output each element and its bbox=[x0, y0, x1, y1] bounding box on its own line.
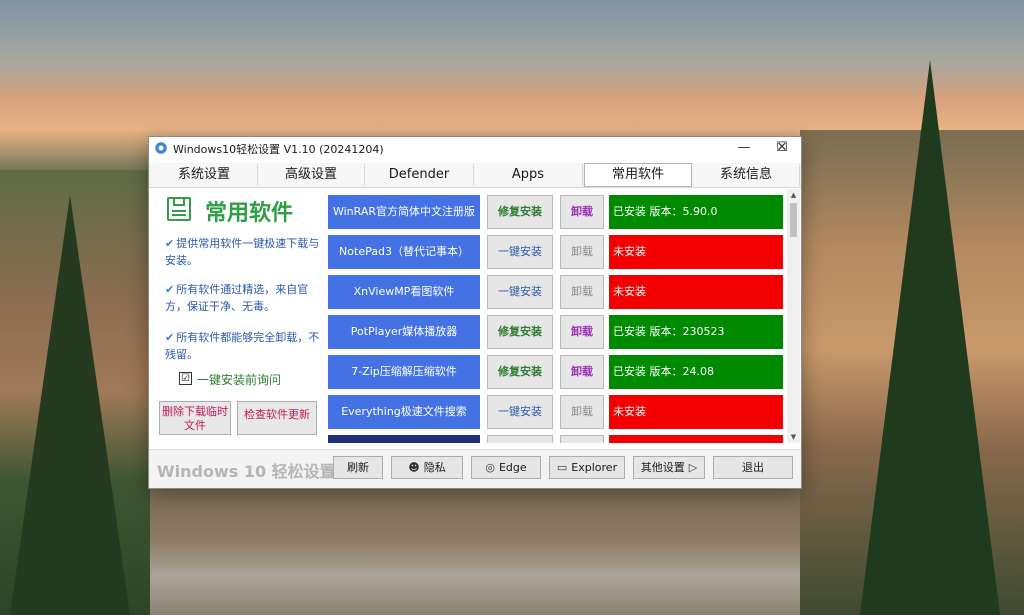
other-settings-button[interactable]: 其他设置 ▷ bbox=[633, 456, 705, 479]
checkmark-icon: ✔ bbox=[165, 331, 175, 344]
button-label: 退出 bbox=[742, 461, 764, 474]
uninstall-button[interactable] bbox=[560, 435, 604, 443]
list-item: PotPlayer媒体播放器 修复安装 卸载 已安装 版本：230523 bbox=[325, 313, 787, 349]
sidebar-title: 常用软件 bbox=[205, 201, 294, 226]
list-item: Everything极速文件搜索 一键安装 卸载 未安装 bbox=[325, 393, 787, 429]
privacy-button[interactable]: ☻ 隐私 bbox=[391, 456, 463, 479]
uninstall-button[interactable]: 卸载 bbox=[560, 315, 604, 349]
button-label: 隐私 bbox=[423, 461, 446, 474]
minimize-button[interactable]: — bbox=[725, 137, 763, 161]
sidebar-note-1: ✔ 提供常用软件一键极速下载与安装。 bbox=[165, 235, 323, 269]
sidebar-note-text: 所有软件都能够完全卸载，不残留。 bbox=[165, 331, 320, 361]
list-scrollbar[interactable]: ▲ ▼ bbox=[787, 189, 800, 443]
list-item: NotePad3（替代记事本） 一键安装 卸载 未安装 bbox=[325, 233, 787, 269]
sidebar: 常用软件 ✔ 提供常用软件一键极速下载与安装。 ✔ 所有软件通过精选，来自官方，保证… bbox=[149, 189, 325, 455]
tab-bar: 系统设置 高级设置 Defender Apps 常用软件 系统信息 bbox=[149, 163, 801, 188]
software-name-button[interactable]: PotPlayer媒体播放器 bbox=[328, 315, 480, 349]
sidebar-note-text: 提供常用软件一键极速下载与安装。 bbox=[165, 237, 320, 267]
list-item-partial bbox=[325, 433, 787, 443]
button-label: Edge bbox=[498, 461, 527, 474]
footer-bar: Windows 10 轻松设置 刷新 ☻ 隐私 ◎ Edge ▭ Explorer 其… bbox=[149, 449, 801, 488]
play-arrow-icon: ▷ bbox=[688, 461, 698, 474]
button-label: Explorer bbox=[571, 461, 618, 474]
install-button[interactable] bbox=[487, 435, 553, 443]
tab-apps[interactable]: Apps bbox=[474, 164, 583, 186]
scroll-down-icon[interactable]: ▼ bbox=[787, 431, 800, 443]
tab-defender[interactable]: Defender bbox=[365, 164, 474, 186]
status-badge bbox=[609, 435, 783, 443]
checkbox-box[interactable]: ☑ bbox=[179, 372, 192, 385]
window-title: Windows10轻松设置 V1.10 (20241204) bbox=[173, 143, 384, 156]
tab-system-info[interactable]: 系统信息 bbox=[693, 164, 800, 186]
checkmark-icon: ✔ bbox=[165, 237, 175, 250]
sidebar-note-2: ✔ 所有软件通过精选，来自官方，保证干净、无毒。 bbox=[165, 281, 323, 315]
status-badge: 未安装 bbox=[609, 395, 783, 429]
software-list: WinRAR官方简体中文注册版 修复安装 卸载 已安装 版本：5.90.0 No… bbox=[325, 189, 787, 443]
sidebar-note-text: 所有软件通过精选，来自官方，保证干净、无毒。 bbox=[165, 283, 309, 313]
scroll-up-icon[interactable]: ▲ bbox=[787, 189, 800, 201]
alien-mask-icon: ☻ bbox=[408, 461, 420, 474]
uninstall-button[interactable]: 卸载 bbox=[560, 195, 604, 229]
button-label: 检查软件更新 bbox=[244, 408, 310, 421]
repair-install-button[interactable]: 修复安装 bbox=[487, 195, 553, 229]
button-label: 其他设置 bbox=[640, 461, 685, 474]
edge-button[interactable]: ◎ Edge bbox=[471, 456, 541, 479]
wallpaper-tree-right bbox=[860, 60, 1000, 615]
edge-browser-icon: ◎ bbox=[485, 461, 495, 474]
wallpaper-canyon bbox=[150, 487, 800, 615]
checkbox-label: 一键安装前询问 bbox=[197, 373, 282, 387]
list-item: XnViewMP看图软件 一键安装 卸载 未安装 bbox=[325, 273, 787, 309]
save-icon bbox=[167, 197, 191, 221]
status-badge: 已安装 版本：230523 bbox=[609, 315, 783, 349]
uninstall-button[interactable]: 卸载 bbox=[560, 275, 604, 309]
checkmark-icon: ✔ bbox=[165, 283, 175, 296]
status-badge: 未安装 bbox=[609, 235, 783, 269]
brand-logo-text: Windows 10 轻松设置 bbox=[157, 462, 336, 481]
uninstall-button[interactable]: 卸载 bbox=[560, 235, 604, 269]
software-name-button[interactable] bbox=[328, 435, 480, 443]
title-bar[interactable]: Windows10轻松设置 V1.10 (20241204) — ☐ ✕ bbox=[149, 137, 801, 161]
sidebar-note-3: ✔ 所有软件都能够完全卸载，不残留。 bbox=[165, 329, 323, 363]
folder-icon: ▭ bbox=[556, 461, 568, 474]
exit-button[interactable]: 退出 bbox=[713, 456, 793, 479]
software-name-button[interactable]: NotePad3（替代记事本） bbox=[328, 235, 480, 269]
wallpaper-tree-left bbox=[10, 195, 130, 615]
delete-temp-files-button[interactable]: 删除下载临时文件 bbox=[159, 401, 231, 435]
explorer-button[interactable]: ▭ Explorer bbox=[549, 456, 625, 479]
software-name-button[interactable]: XnViewMP看图软件 bbox=[328, 275, 480, 309]
repair-install-button[interactable]: 修复安装 bbox=[487, 355, 553, 389]
software-name-button[interactable]: Everything极速文件搜索 bbox=[328, 395, 480, 429]
list-item: 7-Zip压缩解压缩软件 修复安装 卸载 已安装 版本：24.08 bbox=[325, 353, 787, 389]
tab-system-settings[interactable]: 系统设置 bbox=[151, 164, 258, 186]
app-window: Windows10轻松设置 V1.10 (20241204) — ☐ ✕ 系统设… bbox=[148, 136, 802, 489]
check-updates-button[interactable]: 检查软件更新 bbox=[237, 401, 317, 435]
install-button[interactable]: 一键安装 bbox=[487, 275, 553, 309]
status-badge: 已安装 版本：5.90.0 bbox=[609, 195, 783, 229]
software-name-button[interactable]: 7-Zip压缩解压缩软件 bbox=[328, 355, 480, 389]
tab-advanced-settings[interactable]: 高级设置 bbox=[258, 164, 365, 186]
status-badge: 未安装 bbox=[609, 275, 783, 309]
app-gear-icon bbox=[155, 142, 167, 154]
uninstall-button[interactable]: 卸载 bbox=[560, 395, 604, 429]
refresh-button[interactable]: 刷新 bbox=[333, 456, 383, 479]
repair-install-button[interactable]: 修复安装 bbox=[487, 315, 553, 349]
install-button[interactable]: 一键安装 bbox=[487, 395, 553, 429]
close-button[interactable]: ✕ bbox=[763, 137, 801, 161]
software-name-button[interactable]: WinRAR官方简体中文注册版 bbox=[328, 195, 480, 229]
status-badge: 已安装 版本：24.08 bbox=[609, 355, 783, 389]
uninstall-button[interactable]: 卸载 bbox=[560, 355, 604, 389]
list-item: WinRAR官方简体中文注册版 修复安装 卸载 已安装 版本：5.90.0 bbox=[325, 193, 787, 229]
scroll-thumb[interactable] bbox=[790, 203, 797, 237]
tab-common-software[interactable]: 常用软件 bbox=[584, 163, 692, 187]
button-label: 刷新 bbox=[347, 461, 369, 474]
button-label: 删除下载临时文件 bbox=[162, 405, 228, 432]
install-button[interactable]: 一键安装 bbox=[487, 235, 553, 269]
